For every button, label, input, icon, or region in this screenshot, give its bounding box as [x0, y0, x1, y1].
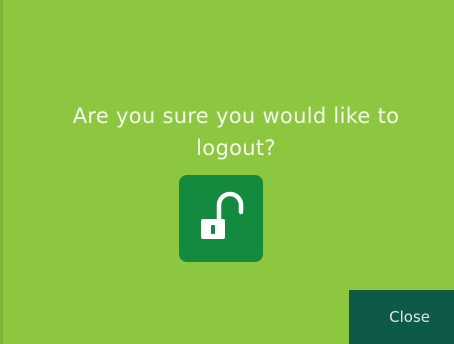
- logout-dialog: Are you sure you would like to logout? C…: [0, 0, 454, 344]
- close-button[interactable]: Close: [349, 290, 454, 344]
- message-line-2: logout?: [196, 136, 276, 160]
- unlock-icon: [201, 191, 244, 239]
- message-line-1: Are you sure you would like to: [72, 104, 400, 128]
- logout-confirm-button[interactable]: [179, 175, 263, 262]
- dialog-left-edge: [0, 0, 3, 344]
- logout-confirmation-message: Are you sure you would like to logout?: [0, 100, 454, 164]
